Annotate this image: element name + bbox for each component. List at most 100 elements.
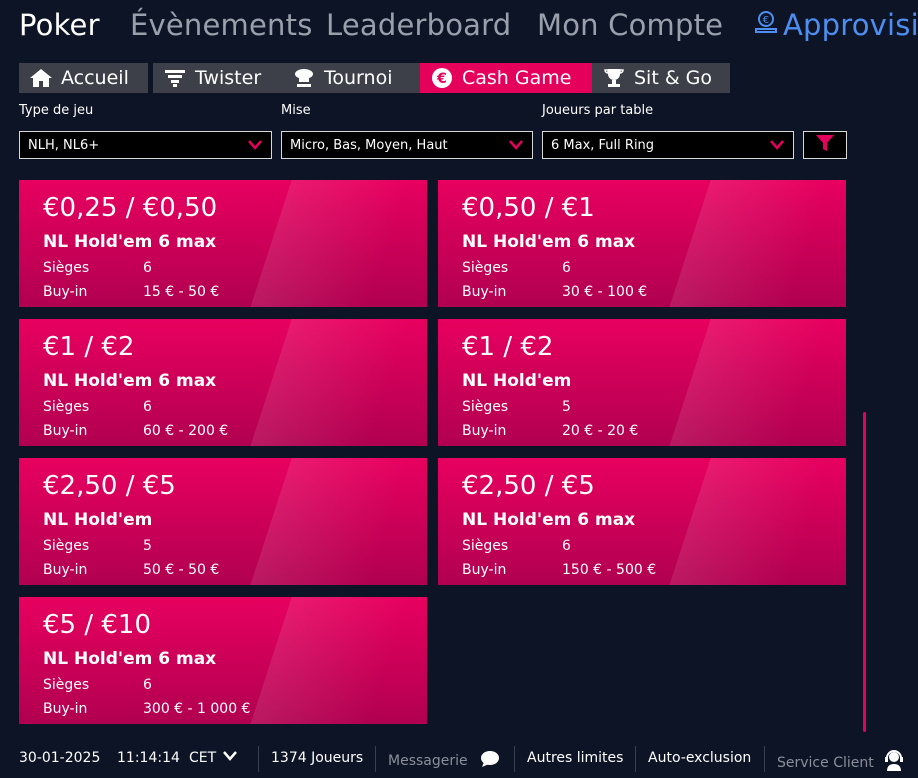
tab-twister-label: Twister <box>195 67 262 89</box>
card-seats: 5 <box>143 538 152 554</box>
scrollbar[interactable] <box>863 412 866 732</box>
table-card[interactable]: €2,50 / €5 NL Hold'em Sièges 5 Buy-in 50 €… <box>19 458 427 585</box>
divider <box>635 746 636 772</box>
messages-label: Messagerie <box>388 753 468 769</box>
filter-icon <box>815 133 835 157</box>
card-buyin: 30 € - 100 € <box>562 284 648 300</box>
chevron-down-icon <box>222 750 238 766</box>
game-type-label: Type de jeu <box>19 103 94 118</box>
stake-select[interactable]: Micro, Bas, Moyen, Haut <box>281 131 533 159</box>
card-seats-label: Sièges <box>462 538 509 554</box>
players-value: 6 Max, Full Ring <box>551 137 655 153</box>
card-sheen <box>246 458 412 585</box>
footer-date: 30-01-2025 <box>19 750 101 766</box>
card-stakes: €1 / €2 <box>462 332 554 362</box>
chevron-down-icon <box>769 138 785 156</box>
divider <box>375 746 376 772</box>
card-seats-label: Sièges <box>462 399 509 415</box>
filter-button[interactable] <box>803 131 847 159</box>
card-game: NL Hold'em 6 max <box>462 232 636 252</box>
footer-players: 1374 Joueurs <box>271 750 364 766</box>
card-buyin: 50 € - 50 € <box>143 562 220 578</box>
home-icon <box>29 67 53 89</box>
card-buyin-label: Buy-in <box>462 562 507 578</box>
divider <box>514 746 515 772</box>
euro-coin-icon: € <box>430 67 454 89</box>
card-buyin: 60 € - 200 € <box>143 423 229 439</box>
card-seats: 5 <box>562 399 571 415</box>
table-card[interactable]: €0,50 / €1 NL Hold'em 6 max Sièges 6 Buy-… <box>438 180 846 307</box>
tournament-icon <box>292 67 316 89</box>
nav-poker[interactable]: Poker <box>19 8 100 42</box>
table-card[interactable]: €2,50 / €5 NL Hold'em 6 max Sièges 6 Buy-… <box>438 458 846 585</box>
svg-text:€: € <box>763 15 770 26</box>
twister-icon <box>163 67 187 89</box>
card-buyin: 20 € - 20 € <box>562 423 639 439</box>
card-buyin: 15 € - 50 € <box>143 284 220 300</box>
card-seats-label: Sièges <box>43 677 90 693</box>
headset-icon <box>884 750 904 776</box>
tab-sit-go[interactable]: Sit & Go <box>592 63 730 93</box>
tab-accueil[interactable]: Accueil <box>19 63 148 93</box>
card-seats: 6 <box>143 260 152 276</box>
svg-text:€: € <box>436 71 447 87</box>
card-sheen <box>246 597 412 724</box>
card-sheen <box>246 180 412 307</box>
status-bar: 30-01-2025 11:14:14 CET 1374 Joueurs Mes… <box>0 740 918 778</box>
card-stakes: €2,50 / €5 <box>43 471 176 501</box>
table-card[interactable]: €0,25 / €0,50 NL Hold'em 6 max Sièges 6 B… <box>19 180 427 307</box>
card-game: NL Hold'em 6 max <box>43 649 217 669</box>
card-buyin-label: Buy-in <box>462 423 507 439</box>
other-limits-link[interactable]: Autres limites <box>527 750 623 766</box>
card-seats-label: Sièges <box>43 538 90 554</box>
footer-tz: CET <box>189 750 217 766</box>
support-link[interactable]: Service Client <box>777 750 904 776</box>
nav-deposit[interactable]: € Approvisi <box>753 8 918 42</box>
card-stakes: €2,50 / €5 <box>462 471 595 501</box>
tab-cash-game-label: Cash Game <box>462 67 572 89</box>
card-sheen <box>665 319 831 446</box>
timezone-select[interactable]: CET <box>189 750 238 766</box>
card-seats-label: Sièges <box>43 260 90 276</box>
tab-twister[interactable]: Twister <box>153 63 292 93</box>
trophy-icon <box>602 67 626 89</box>
table-card[interactable]: €1 / €2 NL Hold'em Sièges 5 Buy-in 20 € - … <box>438 319 846 446</box>
card-buyin-label: Buy-in <box>43 701 88 717</box>
card-seats: 6 <box>143 399 152 415</box>
messages-link[interactable]: Messagerie <box>388 750 500 772</box>
card-buyin-label: Buy-in <box>43 562 88 578</box>
card-sheen <box>665 180 831 307</box>
stake-label: Mise <box>281 103 311 118</box>
self-exclusion-link[interactable]: Auto-exclusion <box>648 750 751 766</box>
tab-tournoi[interactable]: Tournoi <box>282 63 434 93</box>
divider <box>258 746 259 772</box>
tab-accueil-label: Accueil <box>61 67 129 89</box>
game-type-value: NLH, NL6+ <box>28 137 100 153</box>
card-sheen <box>246 319 412 446</box>
card-game: NL Hold'em 6 max <box>462 510 636 530</box>
card-seats: 6 <box>143 677 152 693</box>
card-game: NL Hold'em <box>462 371 572 391</box>
table-card[interactable]: €5 / €10 NL Hold'em 6 max Sièges 6 Buy-in… <box>19 597 427 724</box>
footer-time: 11:14:14 <box>117 750 180 766</box>
card-seats: 6 <box>562 538 571 554</box>
nav-deposit-label: Approvisi <box>783 8 918 42</box>
stake-value: Micro, Bas, Moyen, Haut <box>290 137 448 153</box>
card-buyin-label: Buy-in <box>462 284 507 300</box>
nav-account[interactable]: Mon Compte <box>537 8 723 42</box>
card-buyin: 150 € - 500 € <box>562 562 657 578</box>
card-seats: 6 <box>562 260 571 276</box>
divider <box>764 746 765 772</box>
players-select[interactable]: 6 Max, Full Ring <box>542 131 794 159</box>
support-label: Service Client <box>777 755 874 771</box>
card-sheen <box>665 458 831 585</box>
nav-leaderboard[interactable]: Leaderboard <box>326 8 511 42</box>
tab-cash-game[interactable]: € Cash Game <box>420 63 608 93</box>
card-stakes: €0,50 / €1 <box>462 193 595 223</box>
card-seats-label: Sièges <box>462 260 509 276</box>
table-card[interactable]: €1 / €2 NL Hold'em 6 max Sièges 6 Buy-in 6… <box>19 319 427 446</box>
nav-events[interactable]: Évènements <box>130 8 313 42</box>
deposit-icon: € <box>753 8 779 42</box>
game-type-select[interactable]: NLH, NL6+ <box>19 131 272 159</box>
tab-sit-go-label: Sit & Go <box>634 67 713 89</box>
